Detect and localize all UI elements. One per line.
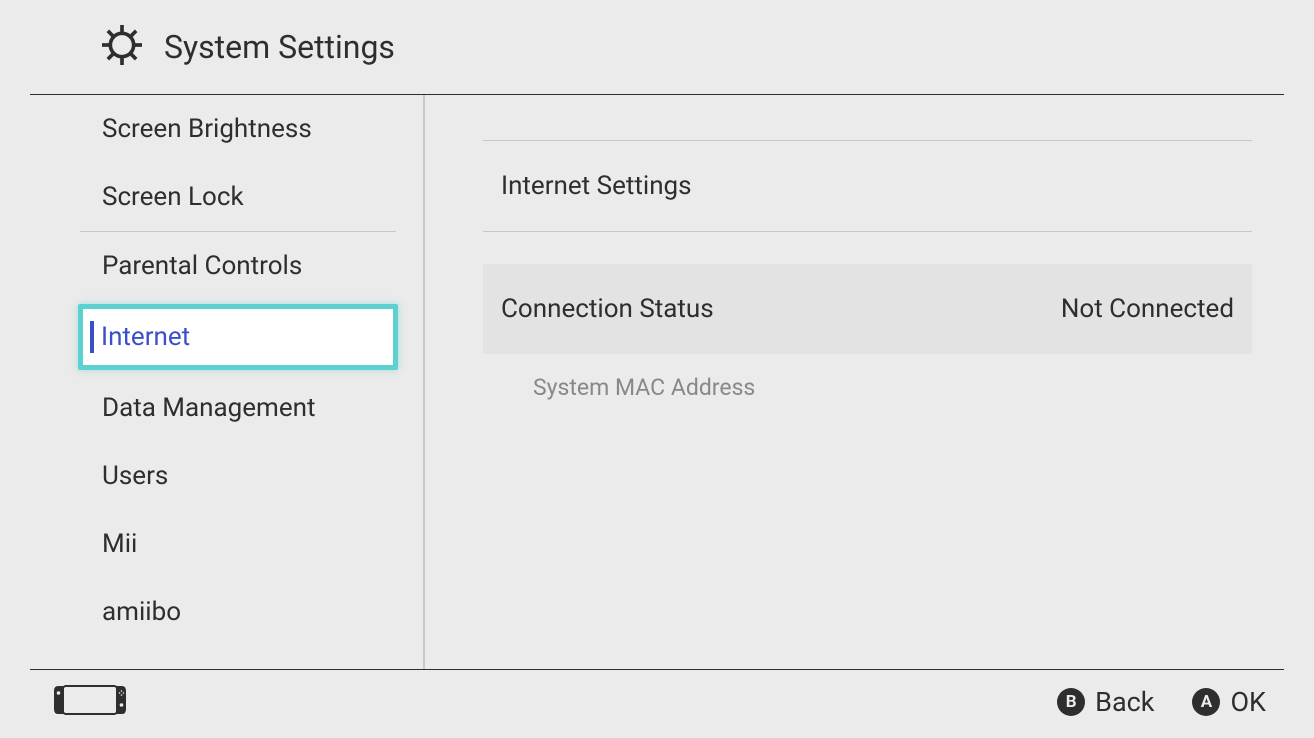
footer: B Back A OK [0,666,1314,738]
sidebar-item-label: Users [102,461,168,491]
back-button[interactable]: B Back [1057,686,1154,718]
sidebar-item-screen-brightness[interactable]: Screen Brightness [30,95,423,163]
sidebar-item-users[interactable]: Users [30,442,423,510]
main-container: Screen Brightness Screen Lock Parental Con… [30,95,1284,670]
b-button-icon: B [1057,688,1085,716]
a-button-icon: A [1192,688,1220,716]
ok-label: OK [1230,686,1266,718]
sidebar-item-label: Screen Brightness [102,114,312,144]
sidebar-item-amiibo[interactable]: amiibo [30,578,423,646]
ok-button[interactable]: A OK [1192,686,1266,718]
internet-settings-row[interactable]: Internet Settings [483,141,1252,232]
header: System Settings [30,0,1284,95]
connection-status-value: Not Connected [1061,294,1234,324]
sidebar-item-label: Mii [102,529,137,559]
content-panel: Internet Settings Connection Status Not … [425,95,1284,669]
page-title: System Settings [164,28,395,66]
connection-status-label: Connection Status [501,294,714,324]
internet-settings-label: Internet Settings [501,171,692,201]
sidebar-item-internet[interactable]: Internet [78,304,398,370]
sidebar-item-label: Data Management [102,393,315,423]
sidebar-item-mii[interactable]: Mii [30,510,423,578]
connection-status-row[interactable]: Connection Status Not Connected [483,264,1252,354]
mac-address-label: System MAC Address [483,354,1252,401]
sidebar-item-parental-controls[interactable]: Parental Controls [30,232,423,300]
sidebar-item-label: Internet [101,322,190,352]
sidebar-item-data-management[interactable]: Data Management [30,374,423,442]
sidebar-item-label: amiibo [102,597,181,627]
sidebar-item-label: Parental Controls [102,251,302,281]
back-label: Back [1095,686,1154,718]
gear-icon [102,25,164,69]
sidebar-item-screen-lock[interactable]: Screen Lock [30,163,423,231]
controller-icon [54,685,126,719]
sidebar: Screen Brightness Screen Lock Parental Con… [30,95,425,669]
sidebar-item-label: Screen Lock [102,182,244,212]
footer-buttons: B Back A OK [1057,686,1266,718]
